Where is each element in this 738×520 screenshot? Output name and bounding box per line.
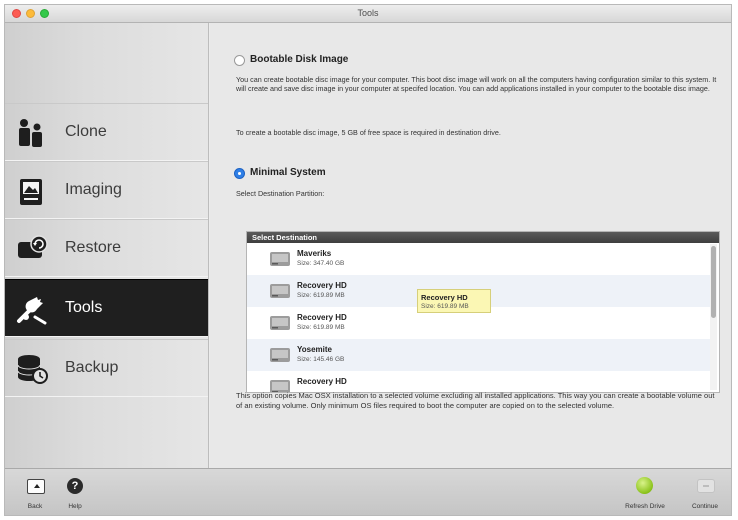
sidebar-item-label: Restore (65, 239, 122, 256)
sidebar-item-label: Clone (65, 123, 107, 140)
sidebar-item-tools[interactable]: Tools (5, 279, 208, 337)
sidebar-item-restore[interactable]: Restore (5, 219, 208, 277)
tooltip-volume-name: Recovery HD (421, 293, 468, 302)
sidebar-item-backup[interactable]: Backup (5, 339, 208, 397)
list-scrollbar[interactable] (710, 244, 717, 390)
continue-icon (697, 479, 715, 493)
refresh-drive-button[interactable]: Refresh Drive (625, 475, 665, 515)
refresh-label: Refresh Drive (625, 503, 665, 510)
refresh-icon (636, 477, 653, 494)
title-bar: Tools (5, 5, 731, 23)
sidebar-item-label: Backup (65, 359, 119, 376)
volume-size: Size: 145.46 GB (297, 356, 345, 363)
bootable-note: To create a bootable disc image, 5 GB of… (236, 128, 501, 137)
list-item[interactable]: Yosemite Size: 145.46 GB (247, 339, 710, 371)
help-button[interactable]: ? Help (55, 475, 95, 515)
volume-size: Size: 619.89 MB (297, 324, 345, 331)
sidebar: Clone Imaging Restore Tools Backup (5, 23, 209, 468)
tools-icon (15, 293, 49, 325)
volume-name: Maveriks (297, 249, 332, 258)
list-item[interactable]: Recovery HD (247, 371, 710, 392)
clone-icon (15, 117, 49, 149)
minimal-system-radio[interactable] (234, 168, 245, 179)
eject-back-icon (27, 479, 45, 494)
sidebar-item-imaging[interactable]: Imaging (5, 161, 208, 219)
continue-label: Continue (691, 503, 719, 510)
hard-drive-icon (269, 250, 291, 268)
volume-name: Recovery HD (297, 377, 347, 386)
sidebar-item-clone[interactable]: Clone (5, 103, 208, 161)
window-title: Tools (357, 8, 379, 18)
continue-button[interactable]: Continue (685, 475, 725, 515)
hard-drive-icon (269, 314, 291, 332)
tooltip-volume-size: Size: 619.89 MB (421, 303, 469, 310)
help-icon: ? (67, 478, 83, 494)
volume-name: Recovery HD (297, 313, 347, 322)
volume-tooltip: Recovery HD Size: 619.89 MB (417, 289, 491, 313)
destination-partition-label: Select Destination Partition: (236, 189, 325, 198)
bootable-disk-image-radio[interactable] (234, 55, 245, 66)
volume-size: Size: 347.40 GB (297, 260, 345, 267)
hard-drive-icon (269, 282, 291, 300)
minimal-system-description: This option copies Mac OSX installation … (236, 391, 715, 410)
sidebar-item-label: Tools (65, 299, 103, 316)
app-window: Tools Clone Imaging Restore Tools Backup… (4, 4, 732, 516)
back-button[interactable]: Back (15, 475, 55, 515)
sidebar-item-label: Imaging (65, 181, 122, 198)
list-item[interactable]: Maveriks Size: 347.40 GB (247, 243, 710, 275)
bootable-disk-image-title: Bootable Disk Image (250, 54, 349, 65)
back-label: Back (27, 503, 43, 510)
backup-icon (15, 353, 49, 385)
volume-name: Yosemite (297, 345, 332, 354)
destination-list-header: Select Destination (247, 232, 719, 243)
volume-name: Recovery HD (297, 281, 347, 290)
minimal-system-title: Minimal System (250, 167, 326, 178)
volume-size: Size: 619.89 MB (297, 292, 345, 299)
bootable-description: You can create bootable disc image for y… (236, 75, 717, 93)
scrollbar-thumb[interactable] (711, 246, 716, 318)
hard-drive-icon (269, 346, 291, 364)
bottom-toolbar: Back ? Help Refresh Drive Continue (5, 468, 731, 515)
imaging-icon (15, 175, 49, 207)
tools-panel: Bootable Disk Image You can create boota… (210, 23, 731, 468)
help-label: Help (68, 503, 82, 510)
restore-icon (15, 233, 49, 265)
